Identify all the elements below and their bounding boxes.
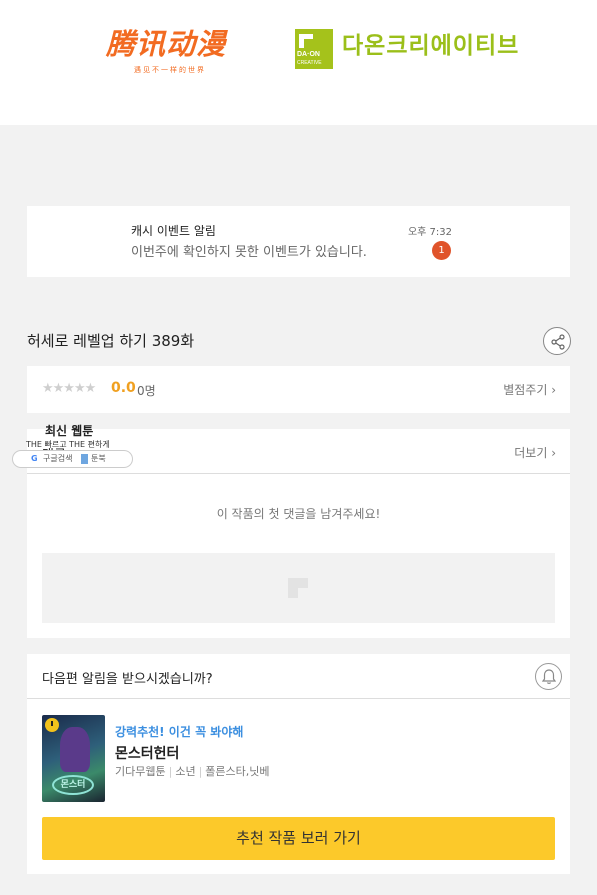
google-icon: G bbox=[31, 454, 38, 463]
daon-creative-logo: DA·ON CREATIVE 다온크리에이티브 bbox=[295, 29, 519, 69]
share-icon bbox=[551, 334, 565, 350]
rating-stars: ★★★★★ bbox=[42, 381, 96, 396]
recommend-tag: 강력추천! 이건 꼭 봐야해 bbox=[115, 725, 244, 739]
recommend-meta: 기다무웹툰 | 소년 | 폴른스타,닛베 bbox=[115, 765, 270, 778]
toonbook-label: 툰북 bbox=[91, 454, 106, 463]
notification-time: 오후 7:32 bbox=[407, 227, 452, 238]
notification-badge: 1 bbox=[432, 241, 451, 260]
header: 腾讯动漫 遇见不一样的世界 DA·ON CREATIVE 다온크리에이티브 bbox=[0, 0, 597, 125]
thumbnail-title: 몬스터 bbox=[52, 775, 94, 795]
overlay-subtitle: THE 빠르고 THE 편하게 bbox=[26, 440, 110, 449]
next-episode-header: 다음편 알림을 받으시겠습니까? bbox=[27, 654, 570, 699]
bell-icon bbox=[542, 669, 556, 684]
logo-left-main: 腾讯动漫 bbox=[106, 29, 227, 61]
rating-score: 0.0 bbox=[111, 380, 136, 396]
recommend-thumbnail[interactable]: 몬스터 bbox=[42, 715, 105, 802]
recommend-title[interactable]: 몬스터헌터 bbox=[115, 743, 179, 763]
rating-count: 0명 bbox=[137, 384, 156, 398]
daon-mark-icon: DA·ON CREATIVE bbox=[295, 29, 333, 69]
episode-title: 허세로 레벨업 하기 389화 bbox=[27, 332, 195, 350]
overlay-title: 최신 웹툰 bbox=[45, 424, 94, 438]
next-episode-section: 다음편 알림을 받으시겠습니까? 몬스터 강력추천! 이건 꼭 봐야해 몬스터헌… bbox=[27, 654, 570, 874]
logo-left-sub: 遇见不一样的世界 bbox=[134, 66, 206, 74]
comments-more-link[interactable]: 더보기 › bbox=[514, 444, 556, 461]
cash-event-notification[interactable]: 캐시 이벤트 알림 이번주에 확인하지 못한 이벤트가 있습니다. 오후 7:3… bbox=[27, 206, 570, 277]
clock-icon bbox=[45, 718, 59, 732]
overlay-search-pill[interactable]: G 구글검색 툰북 bbox=[12, 450, 133, 468]
tencent-comics-logo: 腾讯动漫 遇见不一样的世界 bbox=[106, 28, 234, 78]
share-button[interactable] bbox=[543, 327, 571, 355]
ad-placeholder[interactable] bbox=[42, 553, 555, 623]
logo-right-text: 다온크리에이티브 bbox=[342, 33, 520, 59]
ad-placeholder-icon bbox=[288, 578, 308, 598]
google-search-label: 구글검색 bbox=[43, 454, 73, 463]
view-recommendation-button[interactable]: 추천 작품 보러 가기 bbox=[42, 817, 555, 860]
comments-empty-message: 이 작품의 첫 댓글을 남겨주세요! bbox=[216, 507, 381, 521]
webtoon-search-overlay[interactable]: 최신 웹툰 THE 빠르고 THE 편하게 G 구글검색 툰북 bbox=[12, 420, 135, 470]
notification-bell-button[interactable] bbox=[535, 663, 562, 690]
book-icon bbox=[81, 454, 88, 464]
notification-message: 이번주에 확인하지 못한 이벤트가 있습니다. bbox=[131, 245, 367, 260]
notification-title: 캐시 이벤트 알림 bbox=[131, 224, 216, 238]
rating-bar: ★★★★★ 0.0 0명 별점주기 › bbox=[27, 366, 570, 413]
next-episode-question: 다음편 알림을 받으시겠습니까? bbox=[42, 672, 213, 687]
rate-button[interactable]: 별점주기 › bbox=[503, 381, 556, 398]
